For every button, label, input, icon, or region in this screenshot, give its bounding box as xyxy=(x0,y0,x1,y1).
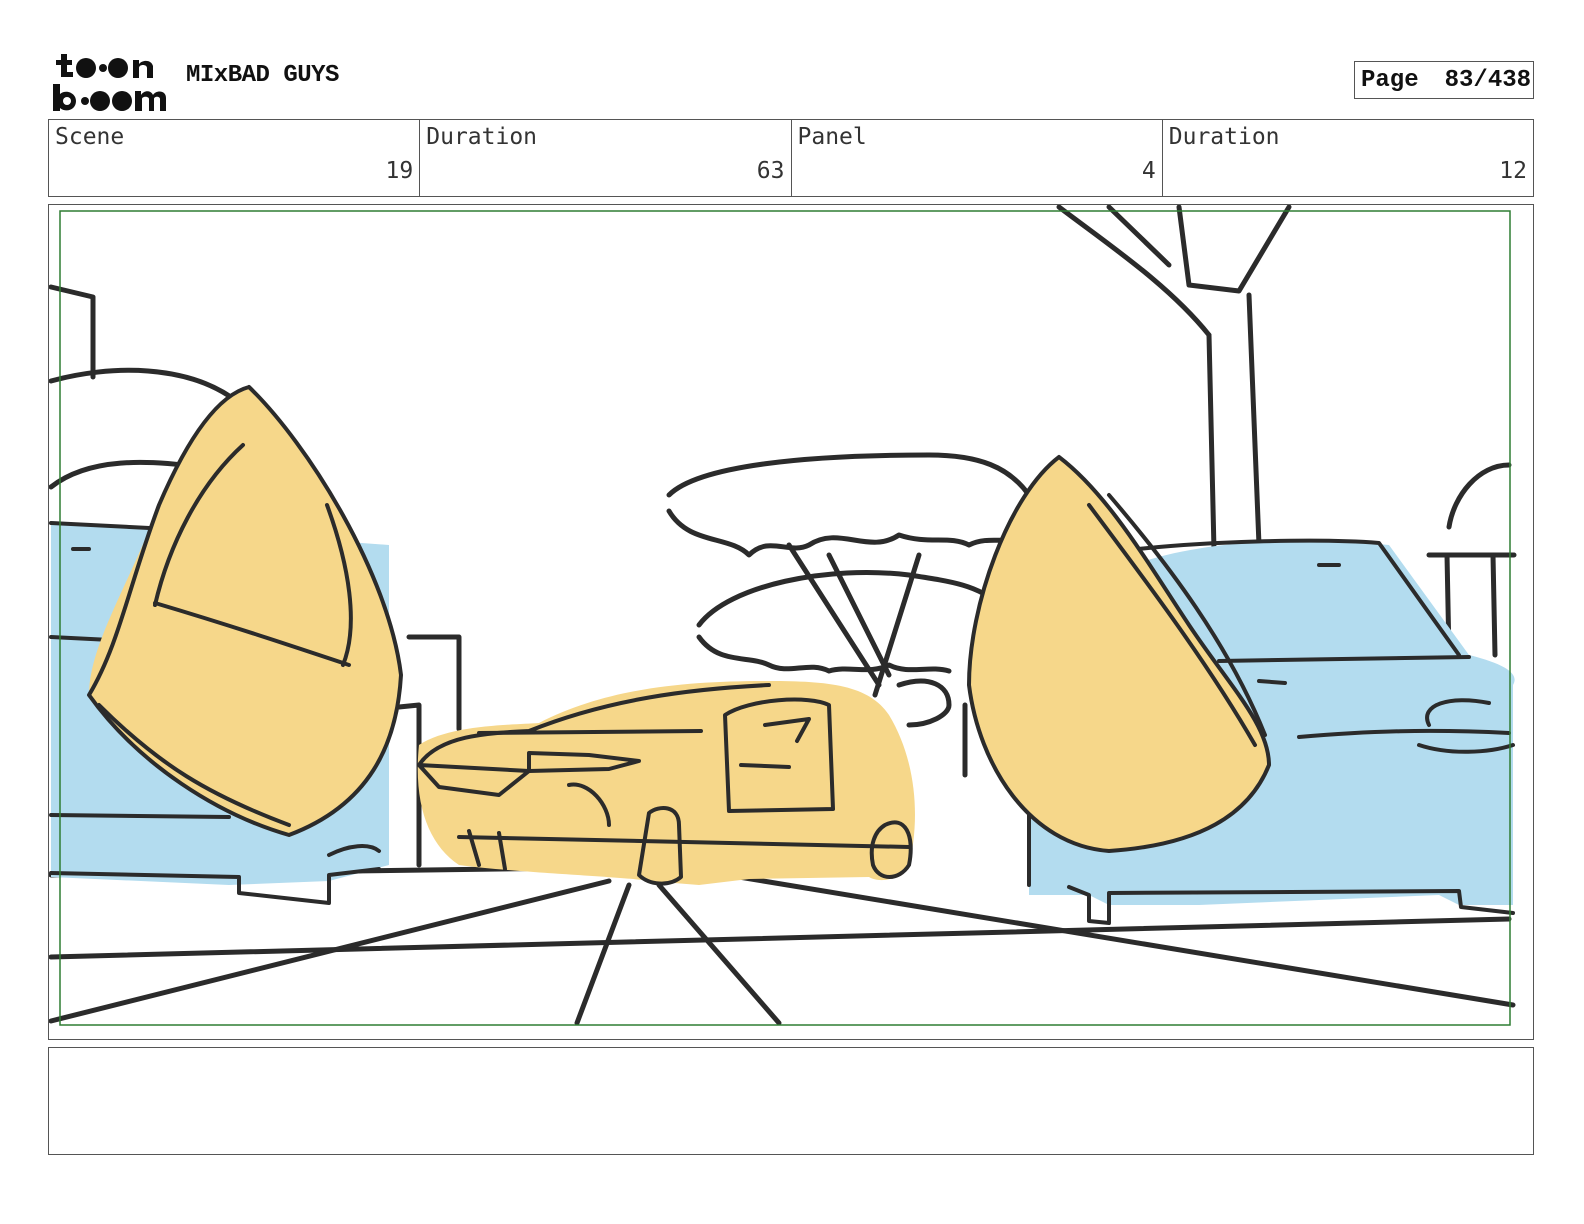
page-label: Page xyxy=(1361,66,1419,94)
scene-duration-value: 63 xyxy=(756,158,785,184)
page-number: 83/438 xyxy=(1444,66,1532,94)
panel-duration-value: 12 xyxy=(1499,158,1527,184)
panel-cell: Panel 4 xyxy=(792,120,1163,196)
storyboard-panel xyxy=(48,204,1534,1040)
panel-duration-label: Duration xyxy=(1168,124,1280,150)
scene-value: 19 xyxy=(385,158,414,184)
panel-info-table: Scene 19 Duration 63 Panel 4 Duration 12 xyxy=(48,119,1534,197)
scene-cell: Scene 19 xyxy=(49,120,421,196)
scene-duration-label: Duration xyxy=(426,124,538,150)
panel-label: Panel xyxy=(797,124,867,150)
page-indicator: Page 83/438 xyxy=(1354,61,1534,99)
scene-duration-cell: Duration 63 xyxy=(420,120,792,196)
panel-sketch xyxy=(49,205,1517,1026)
project-title: MIxBAD GUYS xyxy=(186,62,339,89)
toon-boom-logo xyxy=(50,50,166,116)
panel-duration-cell: Duration 12 xyxy=(1163,120,1533,196)
panel-notes-box xyxy=(48,1047,1534,1155)
panel-value: 4 xyxy=(1141,158,1156,184)
scene-label: Scene xyxy=(55,124,125,150)
